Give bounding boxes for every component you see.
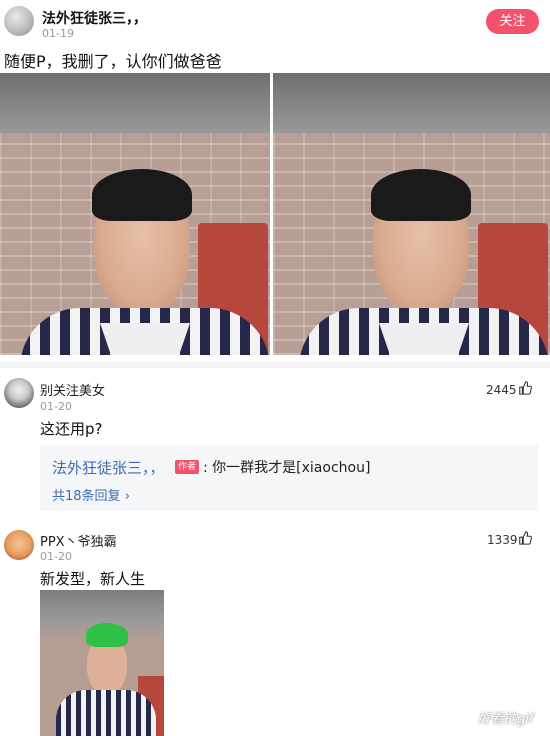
thumbs-up-icon[interactable] [518, 381, 532, 395]
comment-text: 这还用p? [40, 420, 103, 438]
comment-author-name[interactable]: 别关注美女 [40, 380, 105, 399]
comment-date: 01-20 [40, 400, 72, 413]
comment-text: 新发型，新人生 [40, 570, 146, 588]
reply-preview[interactable]: 法外狂徒张三，， 作者 : 你一群我才是[xiaochou] 共18条回复 › [40, 445, 538, 511]
like-count: 2445 [486, 383, 517, 397]
post-author-avatar[interactable] [4, 6, 34, 36]
like-count: 1339 [487, 533, 518, 547]
comment-avatar[interactable] [4, 378, 34, 408]
post-photo-2[interactable] [273, 73, 550, 355]
follow-button[interactable]: 关注 [486, 9, 539, 34]
section-separator [0, 362, 550, 368]
reply-author-name[interactable]: 法外狂徒张三，， [52, 457, 165, 478]
chevron-right-icon: › [124, 489, 130, 504]
thumbs-up-icon[interactable] [518, 531, 532, 545]
post-text: 随便P，我删了，认你们做爸爸 [4, 52, 222, 71]
comment-photo[interactable] [40, 590, 164, 736]
reply-text: : 你一群我才是[xiaochou] [203, 460, 371, 476]
author-badge: 作者 [175, 460, 200, 474]
post-photo-1[interactable] [0, 73, 270, 355]
post-author-name[interactable]: 法外狂徒张三，， [42, 8, 147, 28]
watermark: 好看的gif [478, 712, 534, 727]
reply-count-label: 共18条回复 [52, 489, 121, 504]
post-header: 法外狂徒张三，， 01-19 关注 [0, 0, 550, 44]
comment-author-name[interactable]: PPX丶爷独霸 [40, 531, 117, 550]
view-replies-link[interactable]: 共18条回复 › [52, 485, 130, 504]
comment-date: 01-20 [40, 550, 72, 563]
comment-avatar[interactable] [4, 530, 34, 560]
post-date: 01-19 [42, 27, 74, 40]
